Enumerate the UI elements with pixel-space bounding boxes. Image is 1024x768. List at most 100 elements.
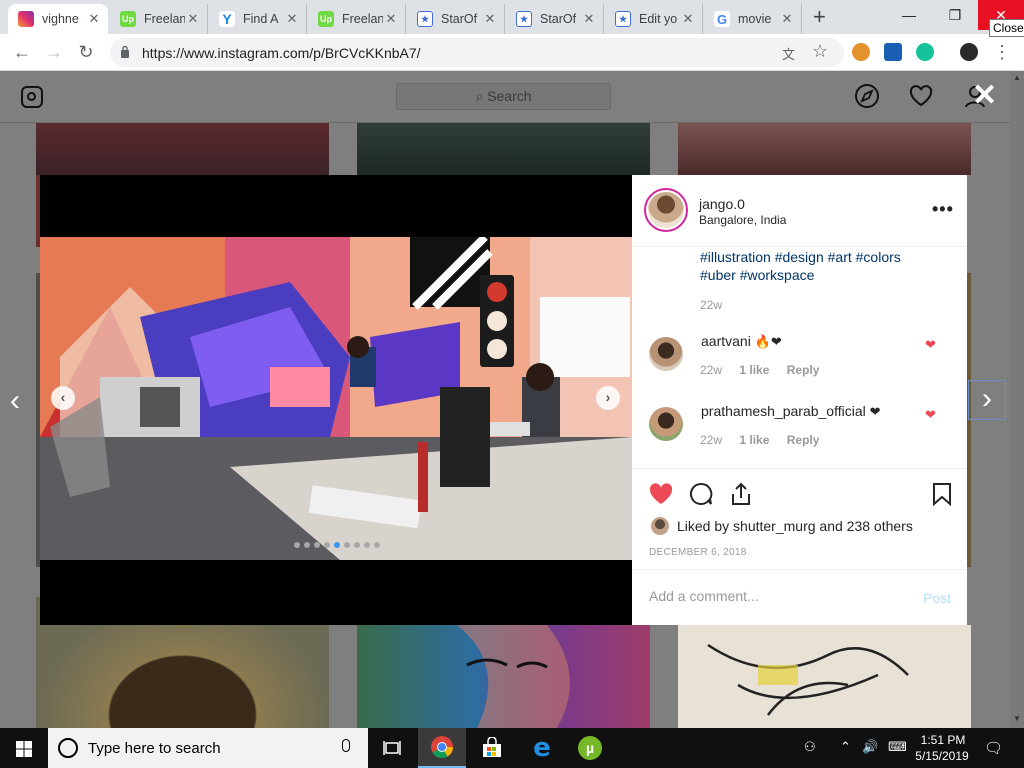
tab-edit[interactable]: ★ Edit yo ✕	[605, 4, 703, 34]
tab-find[interactable]: Y Find A ✕	[209, 4, 307, 34]
page-scrollbar[interactable]	[1010, 71, 1024, 728]
carousel-dot	[344, 542, 350, 548]
explore-compass-icon[interactable]	[854, 83, 880, 109]
scroll-up-arrow-icon[interactable]: ▲	[1013, 73, 1021, 82]
bookmark-save-icon[interactable]	[929, 481, 955, 507]
taskbar-search-box[interactable]: Type here to search	[48, 728, 368, 768]
grid-thumbnail[interactable]	[357, 123, 650, 175]
author-username[interactable]: jango.0	[699, 196, 745, 212]
tab-upwork-1[interactable]: Up Freelan ✕	[110, 4, 208, 34]
comment-meta: 22w 1 like Reply	[700, 433, 833, 447]
share-icon[interactable]	[728, 481, 754, 507]
carousel-prev-button[interactable]: ‹	[51, 386, 75, 410]
taskbar-search-placeholder: Type here to search	[88, 740, 221, 757]
tab-google[interactable]: G movie ✕	[704, 4, 802, 34]
comment-likes[interactable]: 1 like	[739, 433, 769, 447]
clock-time[interactable]: 1:51 PM	[918, 733, 968, 747]
instagram-logo-icon[interactable]	[21, 86, 43, 108]
carousel-next-button[interactable]: ›	[596, 386, 620, 410]
tab-close-icon[interactable]: ✕	[779, 11, 795, 27]
search-extension-icon[interactable]	[884, 43, 902, 61]
tab-starofservice-1[interactable]: ★ StarOf ✕	[407, 4, 505, 34]
forward-arrow-icon[interactable]: →	[42, 41, 66, 65]
input-indicator-icon[interactable]: ⌨	[888, 739, 907, 755]
post-photo[interactable]	[40, 237, 632, 560]
more-options-icon[interactable]: •••	[932, 199, 954, 220]
post-location[interactable]: Bangalore, India	[699, 213, 786, 227]
restore-button[interactable]: ❐	[932, 0, 978, 30]
edge-taskbar-icon[interactable]: e	[518, 728, 566, 768]
tab-close-icon[interactable]: ✕	[86, 11, 102, 27]
next-post-arrow[interactable]: ›	[968, 380, 1006, 420]
reload-icon[interactable]: ↻	[74, 41, 98, 65]
scroll-down-arrow-icon[interactable]: ▼	[1013, 714, 1021, 723]
post-comment-button[interactable]: Post	[923, 590, 951, 606]
modal-close-icon[interactable]: ✕	[972, 81, 997, 111]
cookie-extension-icon[interactable]	[852, 43, 870, 61]
people-icon[interactable]: ⚇	[804, 739, 816, 755]
grid-thumbnail[interactable]	[357, 625, 650, 728]
commenter-username[interactable]: prathamesh_parab_official	[701, 403, 866, 419]
carousel-dot	[324, 542, 330, 548]
grid-thumbnail[interactable]	[36, 123, 329, 175]
utorrent-taskbar-icon[interactable]: µ	[566, 728, 614, 768]
clock-date[interactable]: 5/15/2019	[912, 749, 972, 763]
address-bar[interactable]: https://www.instagram.com/p/BrCVcKKnbA7/…	[110, 38, 844, 67]
minimize-button[interactable]: —	[886, 0, 932, 30]
tab-close-icon[interactable]: ✕	[680, 11, 696, 27]
hashtag-line[interactable]: #illustration #design #art #colors	[700, 248, 950, 266]
volume-icon[interactable]: 🔊	[862, 739, 878, 755]
tab-title: Freelan	[342, 12, 383, 26]
like-heart-icon[interactable]	[648, 481, 674, 507]
hashtag-line[interactable]: #uber #workspace	[700, 266, 950, 284]
new-tab-button[interactable]: +	[813, 6, 826, 28]
microphone-icon[interactable]	[342, 739, 350, 752]
tab-starofservice-2[interactable]: ★ StarOf ✕	[506, 4, 604, 34]
notifications-icon[interactable]: 🗨	[984, 739, 1003, 757]
tab-close-icon[interactable]: ✕	[383, 11, 399, 27]
likes-summary: Liked by shutter_murg and 238 others	[651, 517, 913, 535]
comment-like-heart-icon[interactable]: ❤	[925, 407, 936, 423]
tab-instagram[interactable]: vighne ✕	[8, 4, 108, 34]
starofservice-icon: ★	[417, 11, 433, 27]
tray-chevron-up-icon[interactable]: ⌃	[840, 739, 851, 755]
liker-avatar[interactable]	[651, 517, 669, 535]
search-input[interactable]: ⌕ Search	[396, 83, 611, 110]
carousel-dot	[354, 542, 360, 548]
commenter-avatar[interactable]	[649, 337, 683, 371]
windows-start-icon[interactable]	[16, 741, 32, 757]
liked-by-label: Liked by	[677, 518, 730, 534]
back-arrow-icon[interactable]: ←	[10, 41, 34, 65]
liked-by-others[interactable]: 238 others	[847, 518, 913, 534]
commenter-username[interactable]: aartvani	[701, 333, 751, 349]
translate-icon[interactable]: 文	[782, 44, 795, 63]
activity-heart-icon[interactable]	[908, 83, 934, 109]
tab-upwork-2[interactable]: Up Freelan ✕	[308, 4, 406, 34]
carousel-dot	[334, 542, 340, 548]
comment-likes[interactable]: 1 like	[739, 363, 769, 377]
comment-bubble-icon[interactable]	[688, 481, 714, 507]
url-text[interactable]: https://www.instagram.com/p/BrCVcKKnbA7/	[142, 45, 421, 61]
commenter-avatar[interactable]	[649, 407, 683, 441]
liked-by-user[interactable]: shutter_murg	[733, 518, 815, 534]
store-taskbar-icon[interactable]	[468, 728, 516, 768]
tab-close-icon[interactable]: ✕	[482, 11, 498, 27]
comment-input[interactable]	[649, 588, 899, 604]
comment-like-heart-icon[interactable]: ❤	[925, 337, 936, 353]
reply-button[interactable]: Reply	[787, 363, 820, 377]
tab-close-icon[interactable]: ✕	[185, 11, 201, 27]
previous-post-arrow[interactable]: ‹	[10, 384, 20, 418]
chrome-taskbar-icon[interactable]	[418, 728, 466, 768]
tab-close-icon[interactable]: ✕	[581, 11, 597, 27]
grammarly-icon[interactable]	[916, 43, 934, 61]
bookmark-star-icon[interactable]: ☆	[812, 41, 828, 62]
reply-button[interactable]: Reply	[787, 433, 820, 447]
task-view-icon[interactable]	[368, 728, 416, 768]
chrome-menu-icon[interactable]: ⋮	[990, 41, 1014, 65]
author-avatar[interactable]	[644, 188, 688, 232]
grid-thumbnail[interactable]	[678, 123, 971, 175]
edge-logo: e	[533, 733, 551, 763]
grid-thumbnail[interactable]	[678, 625, 971, 728]
tab-close-icon[interactable]: ✕	[284, 11, 300, 27]
profile-avatar[interactable]	[960, 43, 978, 61]
